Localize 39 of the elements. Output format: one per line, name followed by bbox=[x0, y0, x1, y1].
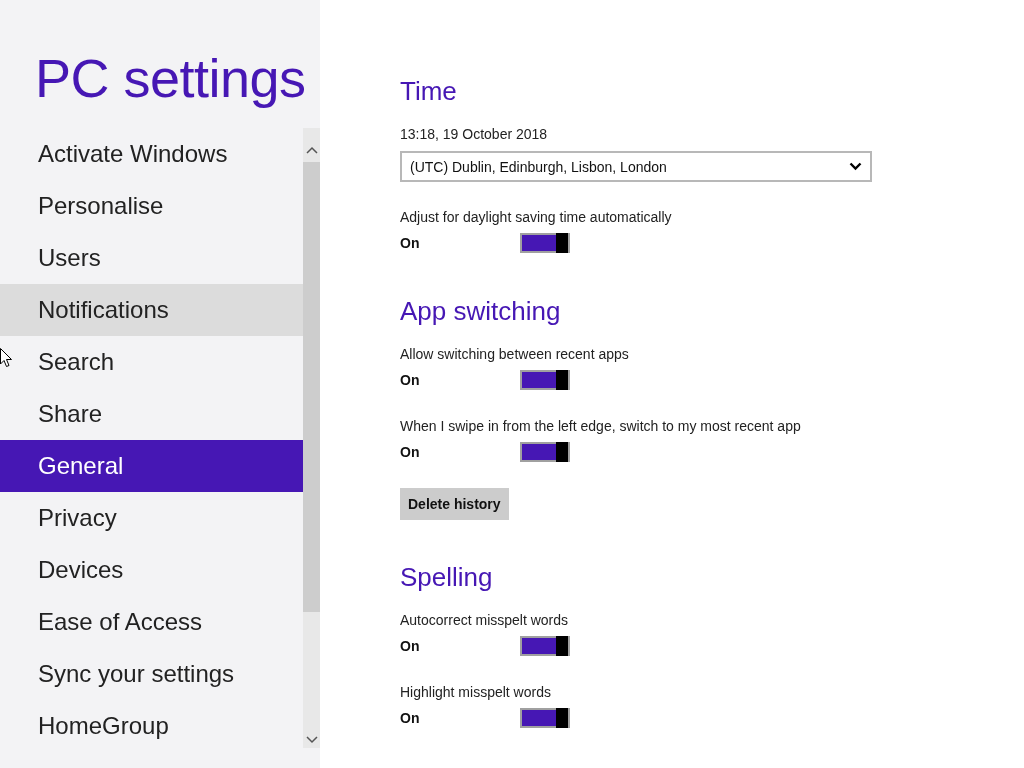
toggle-switch[interactable] bbox=[520, 708, 570, 728]
date-time-text: 13:18, 19 October 2018 bbox=[400, 125, 549, 144]
section-heading: Time bbox=[400, 75, 458, 108]
scroll-up-icon[interactable] bbox=[305, 146, 318, 154]
scrollbar-thumb[interactable] bbox=[303, 162, 320, 612]
setting-label: Adjust for daylight saving time automatically bbox=[400, 208, 673, 227]
setting-label: Allow switching between recent apps bbox=[400, 345, 630, 364]
page-title: PC settings bbox=[34, 47, 307, 110]
sidebar-item[interactable]: Sync your settings bbox=[0, 648, 303, 700]
chevron-down-icon bbox=[849, 162, 862, 171]
sidebar-item[interactable]: Share bbox=[0, 388, 303, 440]
toggle-switch[interactable] bbox=[520, 442, 570, 462]
sidebar-item[interactable]: Users bbox=[0, 232, 303, 284]
scroll-down-icon[interactable] bbox=[305, 736, 318, 744]
sidebar-item[interactable]: Personalise bbox=[0, 180, 303, 232]
section-heading: Spelling bbox=[400, 561, 494, 594]
scrollbar[interactable] bbox=[303, 128, 320, 748]
toggle-state: On bbox=[400, 444, 421, 460]
time-zone-dropdown[interactable]: (UTC) Dublin, Edinburgh, Lisbon, London bbox=[400, 151, 872, 182]
sidebar-item[interactable]: Activate Windows bbox=[0, 128, 303, 180]
toggle-switch[interactable] bbox=[520, 636, 570, 656]
toggle-state: On bbox=[400, 235, 421, 251]
setting-label: Autocorrect misspelt words bbox=[400, 611, 570, 630]
sidebar-item[interactable]: Ease of Access bbox=[0, 596, 303, 648]
toggle-state: On bbox=[400, 638, 421, 654]
sidebar-item[interactable]: HomeGroup bbox=[0, 700, 303, 752]
sidebar-item[interactable]: Notifications bbox=[0, 284, 303, 336]
sidebar-item[interactable]: Devices bbox=[0, 544, 303, 596]
setting-label: When I swipe in from the left edge, switch to my most recent app bbox=[400, 417, 802, 436]
setting-label: Highlight misspelt words bbox=[400, 683, 552, 702]
sidebar-item[interactable]: General bbox=[0, 440, 303, 492]
delete-history-button[interactable]: Delete history bbox=[400, 488, 509, 520]
toggle-switch[interactable] bbox=[520, 233, 570, 253]
sidebar-item[interactable]: Privacy bbox=[0, 492, 303, 544]
toggle-state: On bbox=[400, 372, 421, 388]
sidebar-item[interactable]: Search bbox=[0, 336, 303, 388]
toggle-switch[interactable] bbox=[520, 370, 570, 390]
toggle-state: On bbox=[400, 710, 421, 726]
section-heading: App switching bbox=[400, 295, 562, 328]
